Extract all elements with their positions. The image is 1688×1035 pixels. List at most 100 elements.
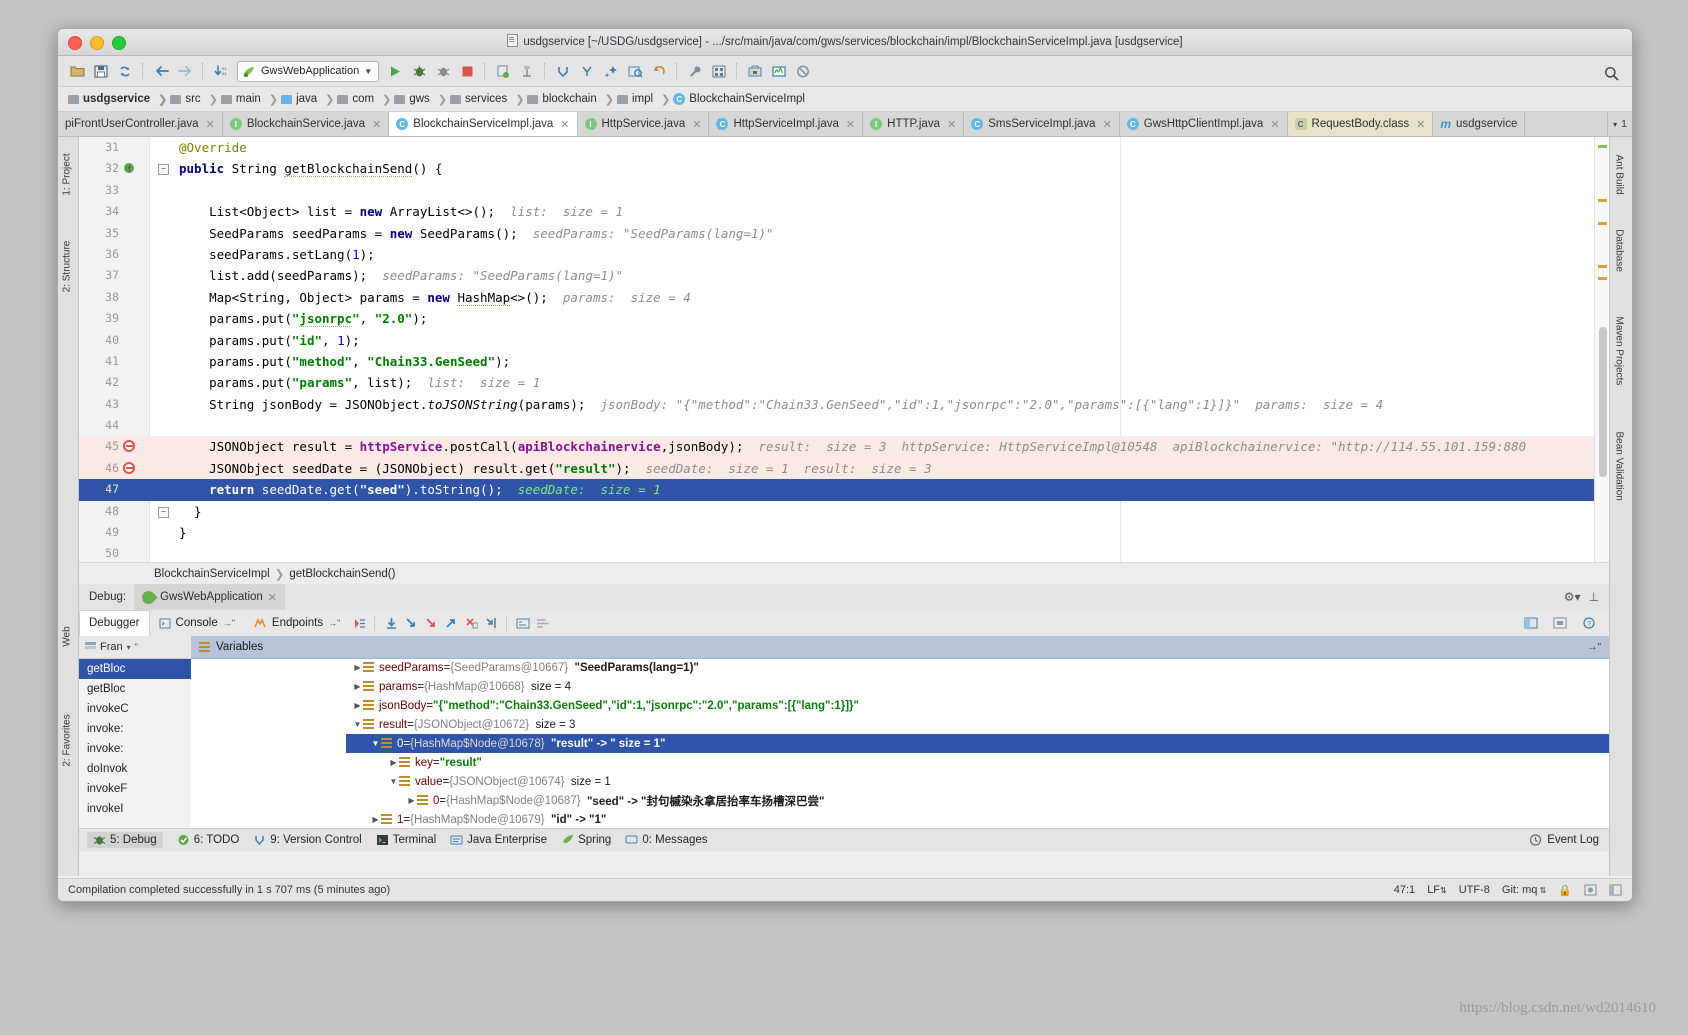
breadcrumb-item-blockchain[interactable]: blockchain ❯ xyxy=(527,93,617,106)
code-fold-toggle[interactable]: − xyxy=(158,506,169,518)
code-editor[interactable]: 31 @Override 32 − ↑ public String getBlockcha… xyxy=(79,137,1609,562)
frame-item[interactable]: getBloc xyxy=(79,679,191,699)
chevron-right-icon[interactable]: ▶ xyxy=(352,701,363,710)
frame-item[interactable]: invokeI xyxy=(79,799,191,819)
frame-item[interactable]: doInvok xyxy=(79,759,191,779)
vcs-commit-icon[interactable] xyxy=(576,60,598,82)
code-line-40[interactable]: 40 params.put("id", 1); xyxy=(79,330,1609,351)
variable-row[interactable]: ▼ result = {JSONObject@10672} size = 3 xyxy=(346,715,1609,734)
code-line-31[interactable]: 31 @Override xyxy=(79,137,1609,158)
tool-button-java-enterprise[interactable]: Java Enterprise xyxy=(450,834,547,846)
breadcrumb-item-src[interactable]: src ❯ xyxy=(170,93,221,106)
tool-button-favorites[interactable]: 2: Favorites xyxy=(62,711,73,771)
breadcrumb-item-com[interactable]: com ❯ xyxy=(337,93,394,106)
step-out-icon[interactable] xyxy=(441,613,461,633)
code-line-36[interactable]: 36 seedParams.setLang(1); xyxy=(79,244,1609,265)
run-icon[interactable] xyxy=(384,60,406,82)
chevron-down-icon[interactable]: ▾ xyxy=(127,643,131,652)
code-line-49[interactable]: 49} xyxy=(79,522,1609,543)
variable-row[interactable]: ▶ seedParams = {SeedParams@10667} "SeedPa… xyxy=(346,658,1609,677)
block-icon[interactable] xyxy=(792,60,814,82)
breadcrumb-item-services[interactable]: services ❯ xyxy=(450,93,527,106)
code-line-34[interactable]: 34 List<Object> list = new ArrayList<>()… xyxy=(79,201,1609,222)
close-icon[interactable]: ✕ xyxy=(1103,118,1112,131)
tool-button-spring[interactable]: Spring xyxy=(561,834,611,846)
close-icon[interactable]: ✕ xyxy=(1416,118,1425,131)
editor-tab-0[interactable]: piFrontUserController.java ✕ xyxy=(58,112,223,136)
tab-overflow-control[interactable]: ▾ 1 xyxy=(1607,112,1632,136)
breadcrumb-item-main[interactable]: main ❯ xyxy=(220,93,281,106)
editor-tab-9[interactable]: m usdgservice xyxy=(1433,112,1526,136)
marker-warning[interactable] xyxy=(1598,277,1607,280)
sync-icon[interactable] xyxy=(114,60,136,82)
editor-tab-8[interactable]: C RequestBody.class ✕ xyxy=(1287,112,1434,136)
magic-icon[interactable] xyxy=(600,60,622,82)
tool-button-bean-validation[interactable]: Bean Validation xyxy=(1614,432,1625,501)
error-marker-icon[interactable] xyxy=(123,461,135,474)
variable-row[interactable]: ▼ 0 = {HashMap$Node@10678} "result" -> " … xyxy=(346,734,1609,753)
pin-icon[interactable]: →" xyxy=(223,618,235,628)
hide-tool-windows-icon[interactable] xyxy=(1609,884,1622,896)
tool-button-database[interactable]: Database xyxy=(1614,218,1625,284)
tool-button-debug[interactable]: 5: Debug xyxy=(87,832,163,848)
layout-settings-icon[interactable] xyxy=(1521,613,1541,633)
breadcrumb-item-class[interactable]: C BlockchainServiceImpl xyxy=(673,93,808,105)
code-line-37[interactable]: 37 list.add(seedParams); seedParams: "Se… xyxy=(79,265,1609,286)
settings-list-icon[interactable] xyxy=(533,613,553,633)
editor-tab-2[interactable]: C BlockchainServiceImpl.java ✕ xyxy=(389,112,578,136)
caret-position[interactable]: 47:1 xyxy=(1394,884,1415,896)
breadcrumb-item-gws[interactable]: gws ❯ xyxy=(394,93,450,106)
run-configuration-selector[interactable]: GwsWebApplication ▼ xyxy=(237,60,380,82)
database-icon[interactable] xyxy=(492,60,514,82)
frames-list[interactable]: getBloc getBloc invokeC invoke: invoke: doInv… xyxy=(79,659,191,819)
chevron-right-icon[interactable]: ▶ xyxy=(406,796,417,805)
pin-icon[interactable]: " xyxy=(135,642,138,652)
help-icon[interactable]: ? xyxy=(1579,613,1599,633)
close-icon[interactable]: ✕ xyxy=(692,118,701,131)
pin-icon[interactable]: →" xyxy=(328,618,340,628)
code-line-45[interactable]: 45 JSONObject result = httpService.postC… xyxy=(79,436,1609,458)
code-line-48[interactable]: 48 − } xyxy=(79,501,1609,522)
close-icon[interactable]: ✕ xyxy=(372,118,381,131)
code-line-42[interactable]: 42 params.put("params", list); list: siz… xyxy=(79,372,1609,393)
variable-row[interactable]: ▶ 0 = {HashMap$Node@10687} "seed" -> "封句槭… xyxy=(346,791,1609,810)
tool-button-maven-projects[interactable]: Maven Projects xyxy=(1614,317,1625,386)
marker-ok[interactable] xyxy=(1598,145,1607,148)
variables-panel[interactable]: Variables →" — ▲ ▼ ▶seedParams = {SeedPa… xyxy=(191,636,1609,828)
settings-icon[interactable] xyxy=(684,60,706,82)
editor-vertical-scrollbar[interactable] xyxy=(1599,327,1607,477)
method-override-icon[interactable]: ↑ xyxy=(126,161,133,175)
code-line-41[interactable]: 41 params.put("method", "Chain33.GenSeed… xyxy=(79,351,1609,372)
code-lines-container[interactable]: 31 @Override 32 − ↑ public String getBlockcha… xyxy=(79,137,1609,562)
tool-button-todo[interactable]: 6: TODO xyxy=(177,834,239,846)
code-line-46[interactable]: 46 JSONObject seedDate = (JSONObject) re… xyxy=(79,457,1609,480)
tool-button-ant-build[interactable]: Ant Build xyxy=(1614,142,1625,208)
event-log-button[interactable]: Event Log xyxy=(1529,834,1609,846)
frame-item[interactable]: invoke: xyxy=(79,739,191,759)
force-step-into-icon[interactable] xyxy=(421,613,441,633)
editor-marker-bar[interactable] xyxy=(1594,137,1609,562)
chevron-down-icon[interactable]: ▼ xyxy=(370,739,381,748)
monitor-icon[interactable] xyxy=(768,60,790,82)
save-icon[interactable] xyxy=(90,60,112,82)
variable-row[interactable]: ▶ key = "result" xyxy=(346,753,1609,772)
editor-tab-3[interactable]: I HttpService.java ✕ xyxy=(577,112,710,136)
error-marker-icon[interactable] xyxy=(123,440,135,453)
tool-button-project[interactable]: 1: Project xyxy=(62,145,73,205)
hide-icon[interactable]: ⊥ xyxy=(1589,590,1599,604)
nav-method[interactable]: getBlockchainSend() xyxy=(289,568,395,580)
code-line-44[interactable]: 44 xyxy=(79,415,1609,436)
chevron-down-icon[interactable]: ▼ xyxy=(352,720,363,729)
pin-tab-icon[interactable] xyxy=(1550,613,1570,633)
code-line-32[interactable]: 32 − ↑ public String getBlockchainSend() { xyxy=(79,158,1609,179)
code-line-35[interactable]: 35 SeedParams seedParams = new SeedParam… xyxy=(79,223,1609,244)
step-into-icon[interactable] xyxy=(401,613,421,633)
marker-warning[interactable] xyxy=(1598,222,1607,225)
code-line-43[interactable]: 43 String jsonBody = JSONObject.toJSONSt… xyxy=(79,394,1609,415)
inspections-icon[interactable] xyxy=(1584,884,1597,896)
chevron-right-icon[interactable]: ▶ xyxy=(388,758,399,767)
revert-icon[interactable] xyxy=(648,60,670,82)
stop-icon[interactable] xyxy=(456,60,478,82)
run-to-cursor-icon[interactable] xyxy=(481,613,501,633)
tool-button-messages[interactable]: 0: Messages xyxy=(625,834,708,846)
